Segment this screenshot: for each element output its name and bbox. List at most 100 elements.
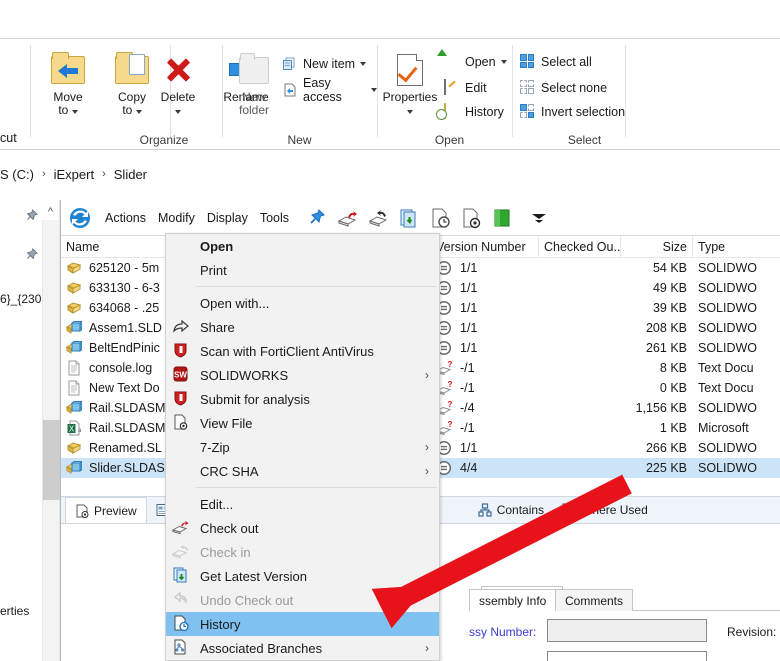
breadcrumb-segment-drive[interactable]: S (C:) <box>0 167 34 182</box>
get-latest-version-icon[interactable] <box>398 207 420 229</box>
svg-text:?: ? <box>448 420 453 429</box>
invert-selection-icon <box>520 104 536 120</box>
open-icon <box>444 54 460 70</box>
new-item-button[interactable]: New item <box>282 53 367 75</box>
menu-item-share[interactable]: Share <box>166 315 439 339</box>
file-type: SOLIDWO <box>698 461 758 475</box>
menu-modify[interactable]: Modify <box>152 211 201 225</box>
new-folder-button[interactable]: New folder <box>226 49 282 117</box>
file-type: SOLIDWO <box>698 441 758 455</box>
menu-item-open[interactable]: Open <box>166 234 439 258</box>
menu-item-check-in: Check in <box>166 540 439 564</box>
context-menu[interactable]: Open Print Open with... Share Scan with Fort… <box>165 233 440 661</box>
open-button[interactable]: Open <box>444 51 507 73</box>
delete-button[interactable]: Delete <box>147 49 209 117</box>
check-in-icon <box>171 543 192 561</box>
column-header-checked-out[interactable]: Checked Ou... <box>539 235 621 258</box>
menu-item-submit-for-analysis[interactable]: Submit for analysis <box>166 387 439 411</box>
breadcrumb-separator-icon: › <box>41 168 46 180</box>
column-header-type[interactable]: Type <box>693 236 780 258</box>
view-file-icon <box>172 414 192 432</box>
history-folder-icon <box>444 103 460 120</box>
open-folder-green-icon[interactable] <box>491 207 513 229</box>
tab-preview-label: Preview <box>94 503 137 518</box>
version-number: 1/1 <box>460 341 478 355</box>
card-tab-assembly-info[interactable]: ssembly Info <box>469 589 557 611</box>
assy-description-input[interactable] <box>547 651 707 661</box>
menu-tools[interactable]: Tools <box>254 211 295 225</box>
check-out-icon[interactable] <box>336 207 358 229</box>
menu-actions[interactable]: Actions <box>99 211 152 225</box>
pin-icon[interactable] <box>24 248 38 262</box>
menu-item-crc-sha[interactable]: CRC SHA › <box>166 459 439 483</box>
menu-item-associated-branches[interactable]: Associated Branches › <box>166 636 439 660</box>
history-button[interactable]: History <box>444 101 504 123</box>
select-none-icon <box>520 80 536 96</box>
file-size: 39 KB <box>652 301 687 315</box>
card-tab-comments[interactable]: Comments <box>555 589 634 611</box>
properties-icon <box>379 49 441 91</box>
invert-selection-button[interactable]: Invert selection <box>520 101 625 123</box>
undo-check-out-icon <box>172 591 192 609</box>
breadcrumb-segment-slider[interactable]: Slider <box>114 167 147 182</box>
select-none-button[interactable]: Select none <box>520 77 607 99</box>
pin-icon[interactable] <box>305 207 327 229</box>
history-icon[interactable] <box>429 207 451 229</box>
solidworks-assembly-icon <box>65 460 84 476</box>
move-to-button[interactable]: Move to <box>40 49 96 117</box>
cut-label: cut <box>0 131 17 145</box>
menu-display[interactable]: Display <box>201 211 254 225</box>
view-file-icon[interactable] <box>460 207 482 229</box>
revision-label: Revision: <box>727 625 777 639</box>
tab-preview[interactable]: Preview <box>65 497 147 523</box>
file-name: Rail.SLDASM <box>89 401 166 415</box>
select-all-icon <box>520 54 536 70</box>
menu-item-label: CRC SHA <box>200 463 259 479</box>
submenu-chevron-icon: › <box>425 464 429 478</box>
menu-item-solidworks[interactable]: SW SOLIDWORKS › <box>166 363 439 387</box>
file-size: 225 KB <box>645 461 687 475</box>
dropdown-more-icon[interactable] <box>528 207 550 229</box>
no-icon <box>172 462 192 480</box>
menu-item-7-zip[interactable]: 7-Zip › <box>166 435 439 459</box>
column-header-version[interactable]: Version Number <box>431 235 539 258</box>
menu-item-label: Submit for analysis <box>200 391 310 407</box>
chevron-down-icon <box>135 110 142 114</box>
menu-item-open-with[interactable]: Open with... <box>166 291 439 315</box>
edit-button[interactable]: Edit <box>444 77 487 99</box>
easy-access-button[interactable]: Easy access <box>282 76 377 104</box>
file-type: SOLIDWO <box>698 301 758 315</box>
scrollbar-thumb[interactable] <box>43 420 60 500</box>
no-icon <box>172 438 192 456</box>
menu-item-print[interactable]: Print <box>166 258 439 282</box>
ribbon-group-select: Select all Select none Invert selection … <box>512 39 657 151</box>
ribbon-group-title: New <box>287 133 312 147</box>
menu-item-view-file[interactable]: View File <box>166 411 439 435</box>
column-header-size[interactable]: Size <box>621 235 693 258</box>
ribbon-group-title: Select <box>567 133 602 147</box>
tab-contains[interactable]: Contains <box>469 497 553 523</box>
navigation-scrollbar[interactable] <box>42 220 60 661</box>
file-name: 633130 - 6-3 <box>89 281 160 295</box>
menu-item-scan-with-forticlient-antivirus[interactable]: Scan with FortiClient AntiVirus <box>166 339 439 363</box>
file-type: SOLIDWO <box>698 401 758 415</box>
version-number: 4/4 <box>460 461 478 475</box>
file-size: 266 KB <box>645 441 687 455</box>
breadcrumb[interactable]: S (C:) › iExpert › Slider <box>0 158 780 190</box>
check-in-icon[interactable] <box>367 207 389 229</box>
pin-icon[interactable] <box>24 209 38 223</box>
select-all-button[interactable]: Select all <box>520 51 592 73</box>
menu-item-check-out[interactable]: Check out <box>166 516 439 540</box>
solidworks-part-icon <box>66 440 82 456</box>
menu-item-history[interactable]: History <box>166 612 439 636</box>
check-out-icon <box>171 519 192 537</box>
assy-number-input[interactable] <box>547 619 707 642</box>
menu-item-get-latest-version[interactable]: Get Latest Version <box>166 564 439 588</box>
chevron-down-icon <box>71 110 78 114</box>
menu-item-label: 7-Zip <box>200 439 230 455</box>
menu-item-edit[interactable]: Edit... <box>166 492 439 516</box>
tab-where-used[interactable]: Where Used <box>553 497 657 523</box>
breadcrumb-segment-iexpert[interactable]: iExpert <box>54 167 94 182</box>
scroll-up-icon[interactable]: ^ <box>42 204 59 220</box>
properties-button[interactable]: Properties <box>379 49 441 117</box>
